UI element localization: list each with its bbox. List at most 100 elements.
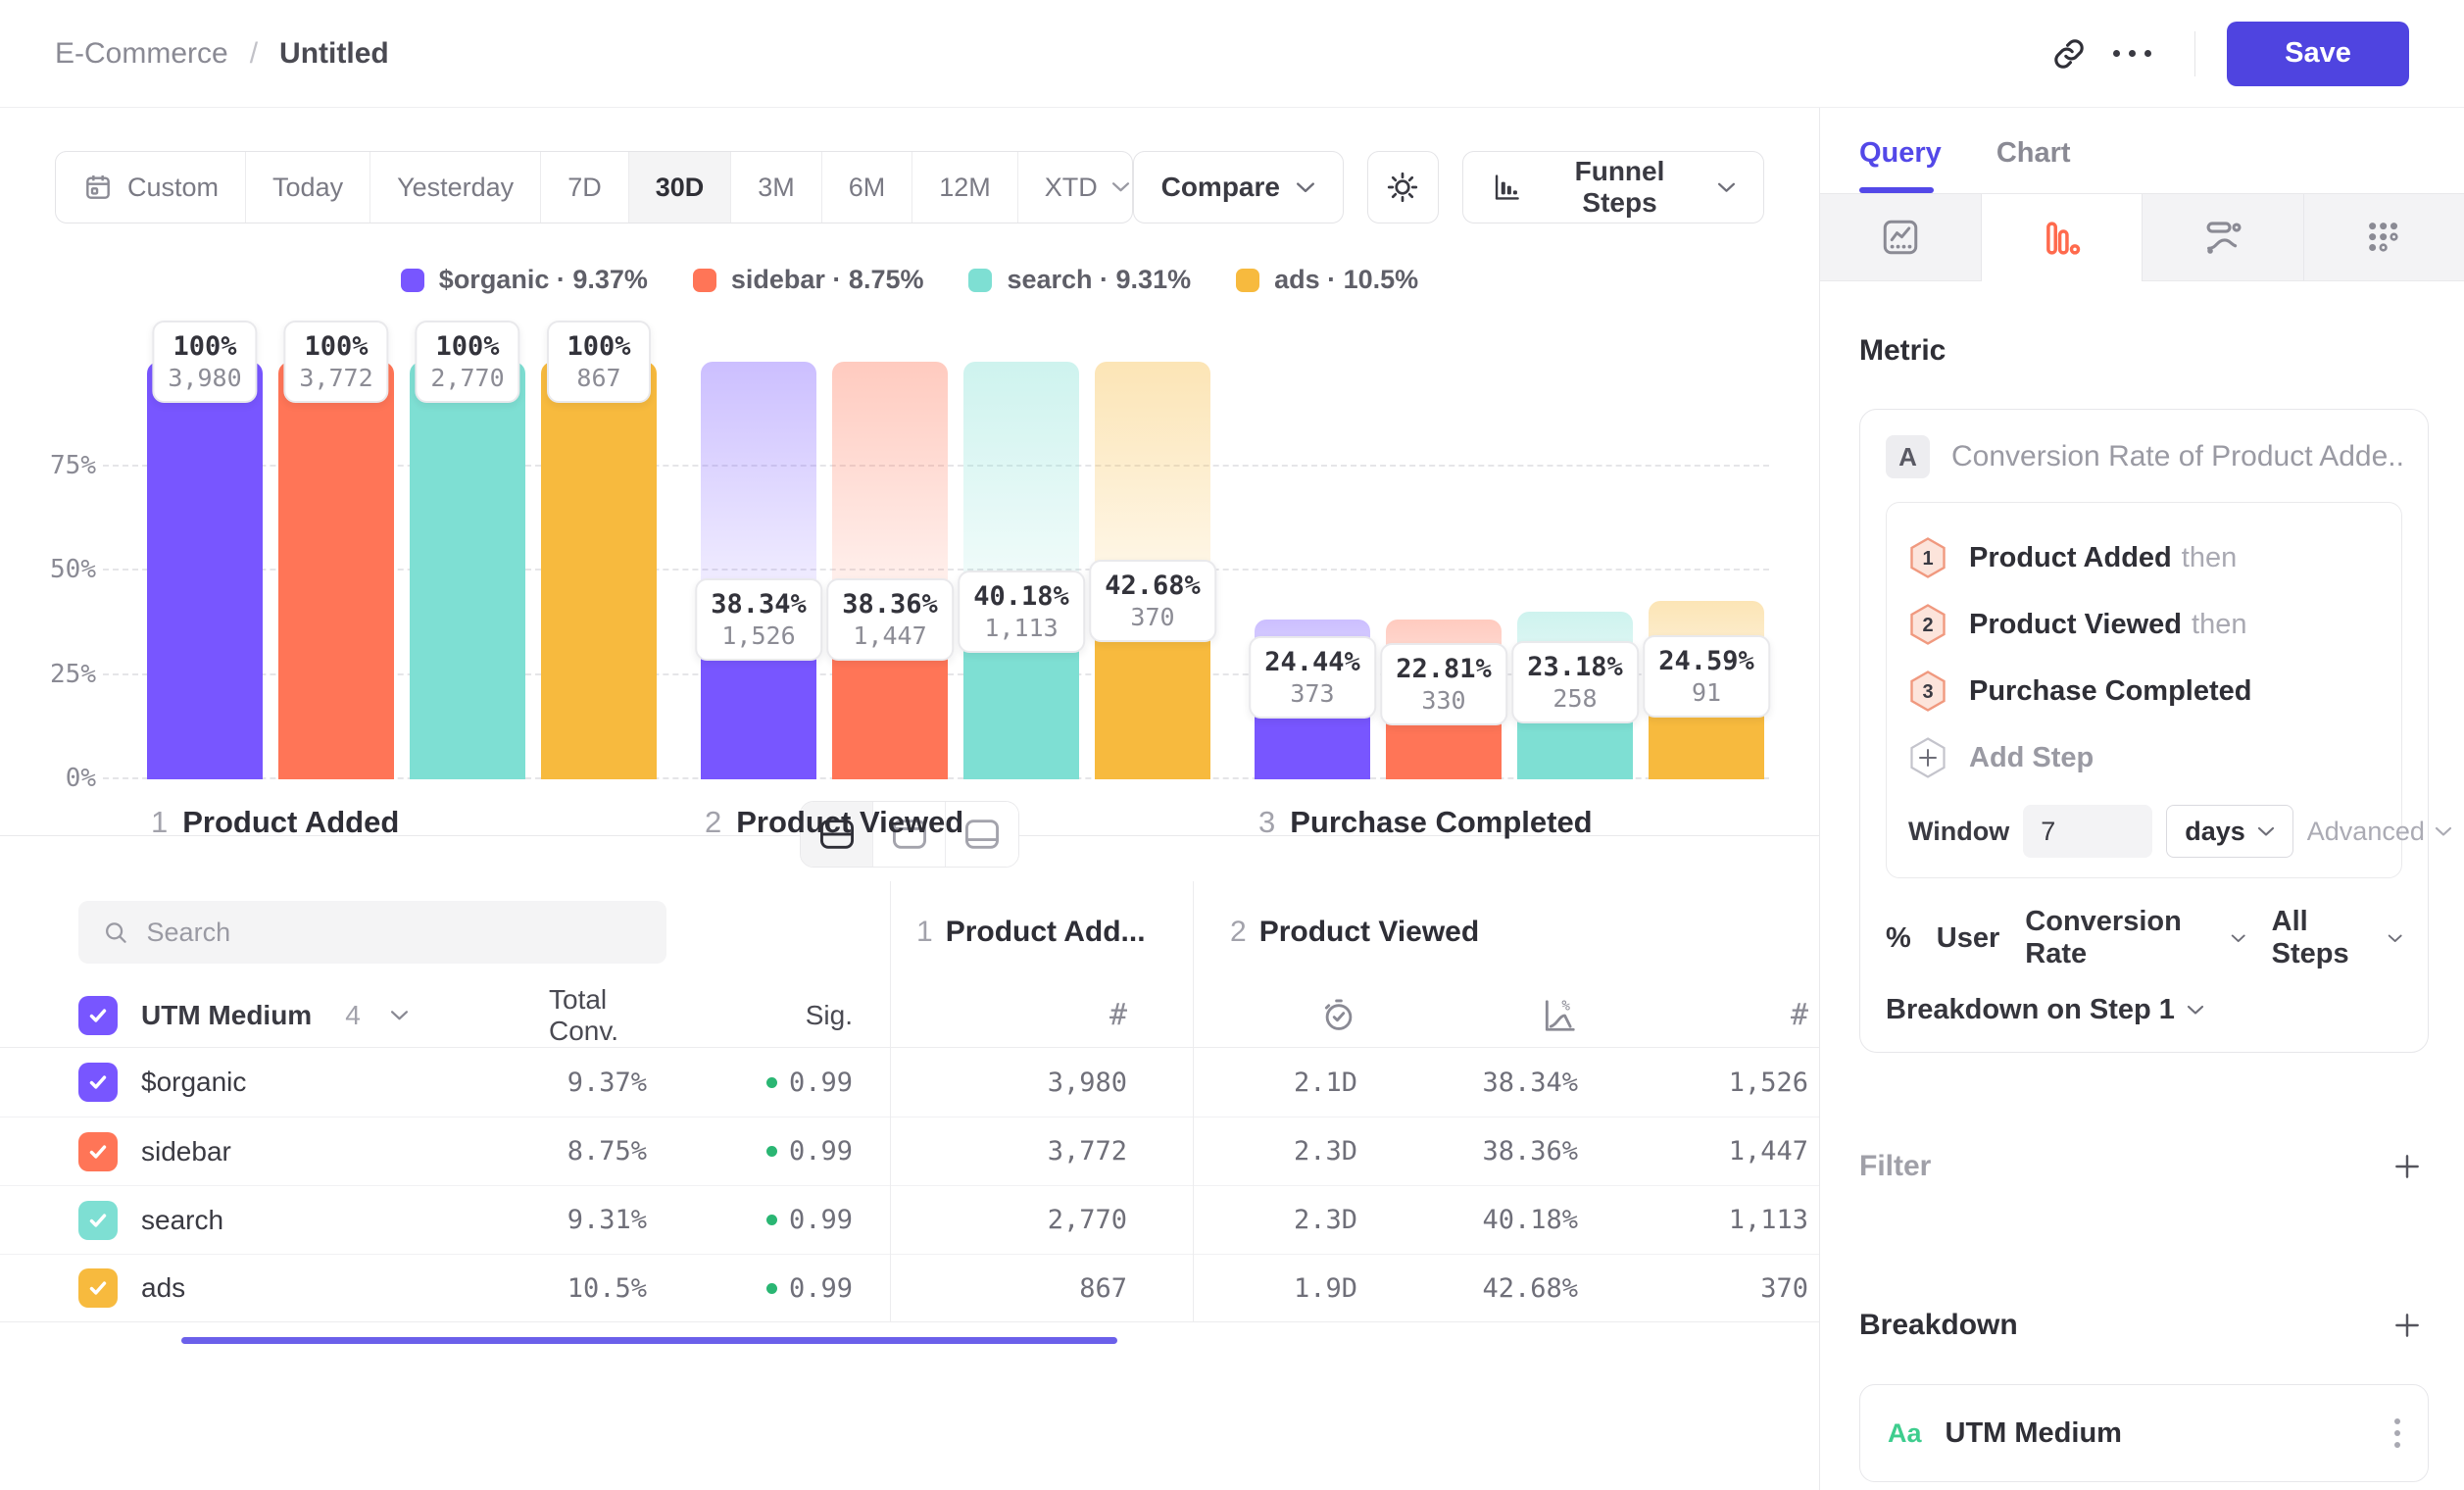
measure-metric-dropdown[interactable]: Conversion Rate	[2025, 906, 2245, 970]
breakdown-property-label: UTM Medium	[1946, 1417, 2122, 1450]
row-checkbox[interactable]	[78, 1201, 118, 1240]
count-column-icon[interactable]: #	[1109, 998, 1127, 1032]
more-options-button[interactable]	[2100, 23, 2163, 85]
measure-scope-dropdown[interactable]: All Steps	[2272, 906, 2402, 970]
add-step-button[interactable]: Add Step	[1908, 724, 2380, 791]
group-step-number: 1	[916, 916, 933, 948]
y-axis-tick: 25%	[10, 660, 96, 689]
bar-value-label: 100%867	[547, 321, 651, 403]
date-range-6m[interactable]: 6M	[822, 152, 913, 223]
table-group-title-1: 1Product Add...	[916, 916, 1146, 949]
filter-heading: Filter	[1859, 1150, 1931, 1183]
bar-pct: 38.36%	[842, 588, 938, 621]
table-row-search[interactable]: search9.31%0.992,7702.3D40.18%1,113	[0, 1185, 1819, 1254]
date-range-3m[interactable]: 3M	[731, 152, 822, 223]
date-range-12m[interactable]: 12M	[912, 152, 1018, 223]
compare-button[interactable]: Compare	[1133, 151, 1344, 224]
legend-item-ads[interactable]: ads · 10.5%	[1236, 265, 1418, 295]
date-range-30d[interactable]: 30D	[629, 152, 732, 223]
total-conv-column-header[interactable]: Total Conv.	[549, 984, 647, 1047]
view-type-dropdown[interactable]: Funnel Steps	[1462, 151, 1764, 224]
retention-dots-icon	[2363, 217, 2404, 258]
metric-title-row[interactable]: A Conversion Rate of Product Adde...	[1886, 435, 2402, 478]
query-step-3[interactable]: 3 Purchase Completed	[1908, 658, 2380, 724]
bar-count: 3,980	[168, 364, 241, 393]
row-checkbox[interactable]	[78, 1132, 118, 1171]
tab-funnels[interactable]	[1982, 194, 2144, 281]
date-range-today[interactable]: Today	[246, 152, 370, 223]
horizontal-scrollbar[interactable]	[181, 1337, 1117, 1344]
count-column-icon[interactable]: #	[1791, 998, 1808, 1032]
chart-settings-button[interactable]	[1367, 151, 1439, 224]
legend-item-search[interactable]: search · 9.31%	[968, 265, 1191, 295]
tab-insights[interactable]	[1820, 194, 1982, 281]
panel-tab-chart[interactable]: Chart	[1996, 137, 2071, 193]
date-range-label: Yesterday	[397, 173, 514, 203]
view-type-label: Funnel Steps	[1538, 156, 1701, 219]
conversion-value: 40.18%	[1482, 1205, 1578, 1235]
legend-label: ads · 10.5%	[1274, 265, 1418, 295]
breakdown-on-step-dropdown[interactable]: Breakdown on Step 1	[1886, 994, 2402, 1026]
avg-time-column-icon[interactable]	[1320, 997, 1357, 1034]
breadcrumb-project[interactable]: E-Commerce	[55, 37, 228, 71]
legend-label: sidebar · 8.75%	[731, 265, 924, 295]
conversion-chart-column-icon[interactable]: %	[1541, 997, 1578, 1034]
chevron-down-icon	[2435, 826, 2452, 837]
significance-dot	[766, 1146, 777, 1157]
svg-text:1: 1	[1922, 548, 1933, 570]
chevron-down-icon	[1296, 181, 1315, 194]
add-step-label: Add Step	[1969, 742, 2094, 774]
table-row-organic[interactable]: $organic9.37%0.993,9802.1D38.34%1,526	[0, 1048, 1819, 1117]
app-window: E-Commerce / Untitled Save CustomTodayYe…	[0, 0, 2464, 1490]
funnel-chart: 75%50%25%0%100%3,980100%3,772100%2,77010…	[0, 360, 1819, 779]
step1-count: 2,770	[1048, 1205, 1127, 1235]
legend-item-sidebar[interactable]: sidebar · 8.75%	[693, 265, 924, 295]
row-checkbox[interactable]	[78, 1063, 118, 1102]
date-range-custom[interactable]: Custom	[56, 152, 246, 223]
date-range-yesterday[interactable]: Yesterday	[370, 152, 541, 223]
funnel-bar[interactable]	[541, 362, 657, 779]
bar-pct: 40.18%	[973, 580, 1069, 614]
funnel-bar[interactable]	[147, 362, 263, 779]
chevron-down-icon	[2388, 933, 2402, 944]
measure-entity[interactable]: User	[1937, 922, 2000, 955]
sig-column-header[interactable]: Sig.	[806, 1000, 853, 1031]
chevron-down-icon[interactable]	[390, 1010, 409, 1021]
add-breakdown-button[interactable]	[2386, 1304, 2429, 1347]
kebab-menu-icon[interactable]	[2394, 1418, 2400, 1448]
significance-dot	[766, 1215, 777, 1225]
window-unit-dropdown[interactable]: days	[2166, 805, 2293, 858]
search-input[interactable]	[147, 918, 643, 948]
breadcrumb-report-title[interactable]: Untitled	[279, 37, 389, 71]
date-range-7d[interactable]: 7D	[541, 152, 629, 223]
share-link-button[interactable]	[2038, 23, 2100, 85]
window-value-input[interactable]	[2023, 805, 2152, 858]
select-all-checkbox[interactable]	[78, 996, 118, 1035]
svg-text:%: %	[1561, 998, 1570, 1014]
panel-tabs: Query Chart	[1820, 108, 2464, 193]
tab-retention[interactable]	[2304, 194, 2464, 281]
save-button[interactable]: Save	[2227, 22, 2409, 86]
date-range-xtd[interactable]: XTD	[1018, 152, 1133, 223]
y-axis-tick: 50%	[10, 555, 96, 584]
query-step-event: Purchase Completed	[1969, 675, 2251, 707]
bar-slot-ads: 24.59%91	[1649, 360, 1764, 779]
funnel-bar[interactable]	[278, 362, 394, 779]
add-filter-button[interactable]	[2386, 1145, 2429, 1188]
group-step-number: 2	[1230, 916, 1247, 948]
advanced-dropdown[interactable]: Advanced	[2307, 817, 2452, 847]
funnel-bar[interactable]	[410, 362, 525, 779]
table-search[interactable]	[78, 901, 666, 964]
legend-item-organic[interactable]: $organic · 9.37%	[401, 265, 648, 295]
table-row-ads[interactable]: ads10.5%0.998671.9D42.68%370	[0, 1254, 1819, 1322]
breakdown-item-utm-medium[interactable]: AaUTM Medium	[1859, 1384, 2429, 1482]
step-number-badge: 3	[1908, 670, 1947, 713]
row-checkbox[interactable]	[78, 1268, 118, 1308]
query-step-1[interactable]: 1Product Addedthen	[1908, 524, 2380, 591]
panel-tab-query[interactable]: Query	[1859, 137, 1942, 193]
query-step-2[interactable]: 2Product Viewedthen	[1908, 591, 2380, 658]
breakdown-column-header[interactable]: UTM Medium	[141, 1000, 312, 1031]
table-row-sidebar[interactable]: sidebar8.75%0.993,7722.3D38.36%1,447	[0, 1117, 1819, 1185]
bar-pct: 100%	[168, 330, 241, 364]
tab-flows[interactable]	[2143, 194, 2304, 281]
